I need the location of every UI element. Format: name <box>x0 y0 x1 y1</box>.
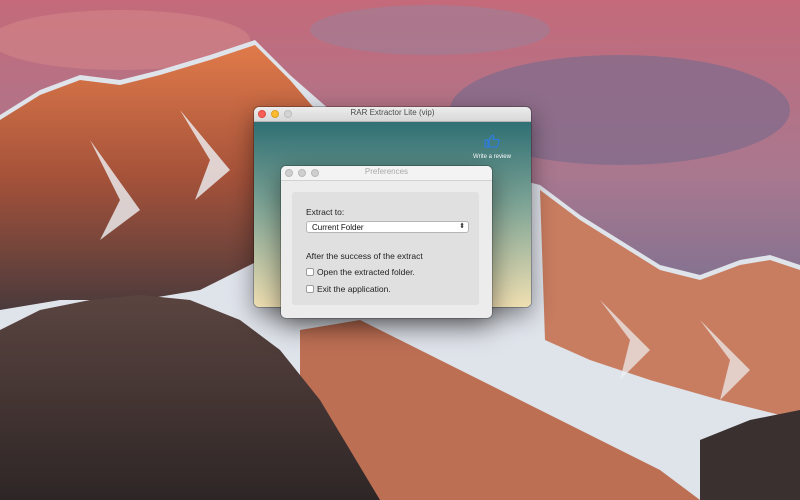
extract-to-label: Extract to: <box>306 207 345 217</box>
open-folder-checkbox[interactable] <box>306 268 314 276</box>
open-folder-option[interactable]: Open the extracted folder. <box>306 267 415 277</box>
exit-app-option[interactable]: Exit the application. <box>306 284 391 294</box>
preferences-panel: Extract to: Current Folder ⬍ After the s… <box>292 192 479 305</box>
extract-to-select[interactable]: Current Folder ⬍ <box>306 221 469 233</box>
exit-app-label: Exit the application. <box>317 284 391 294</box>
main-titlebar[interactable]: RAR Extractor Lite (vip) <box>254 107 531 122</box>
preferences-window: Preferences Extract to: Current Folder ⬍… <box>281 166 492 318</box>
write-review-label: Write a review <box>473 154 511 160</box>
preferences-titlebar[interactable]: Preferences <box>281 166 492 181</box>
extract-to-value: Current Folder <box>312 223 364 232</box>
open-folder-label: Open the extracted folder. <box>317 267 415 277</box>
write-review-button[interactable]: Write a review <box>467 134 517 160</box>
after-success-label: After the success of the extract <box>306 251 423 261</box>
preferences-title: Preferences <box>364 167 409 176</box>
select-arrows-icon: ⬍ <box>459 223 465 230</box>
window-title: RAR Extractor Lite (vip) <box>350 108 435 117</box>
thumbs-up-icon <box>467 134 517 153</box>
exit-app-checkbox[interactable] <box>306 285 314 293</box>
